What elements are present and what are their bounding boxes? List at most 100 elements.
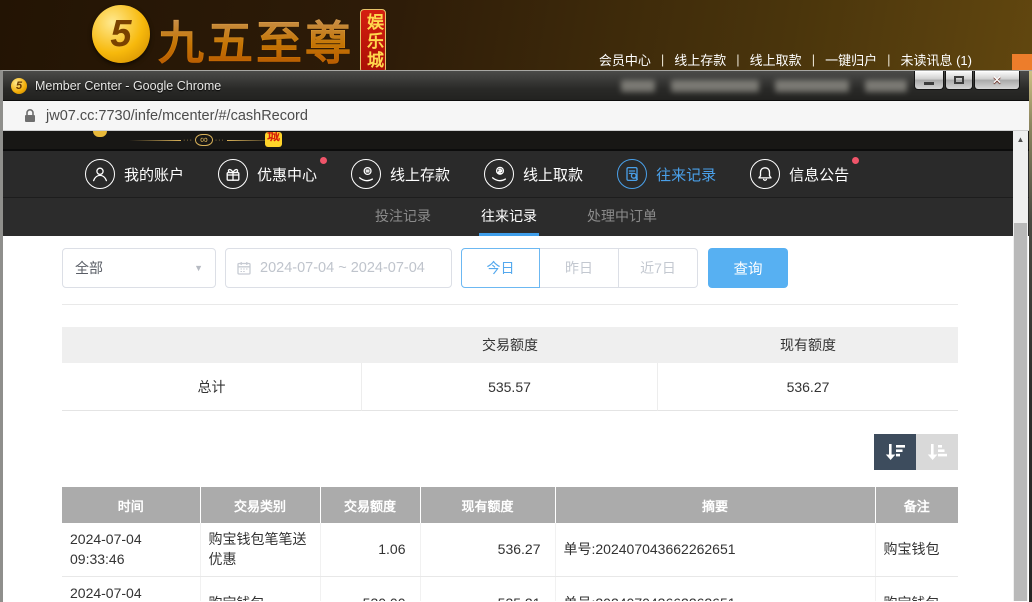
nav-label: 往来记录 xyxy=(656,164,716,185)
nav-item-deposit[interactable]: 线上存款 xyxy=(351,159,450,189)
summary-header-trade: 交易额度 xyxy=(362,327,658,363)
nav-separator: | xyxy=(887,52,890,67)
content-area: 全部 ▼ 2024-07-04 ~ 2024-07-04 今日 昨日 xyxy=(3,248,1029,601)
sort-controls xyxy=(62,434,958,470)
logo-title: 九五至尊 xyxy=(158,7,354,73)
top-link-unread-messages[interactable]: 未读讯息 (1) xyxy=(900,50,972,69)
minimize-button[interactable] xyxy=(914,71,944,90)
window-titlebar[interactable]: 5 Member Center - Google Chrome ✕ xyxy=(3,71,1032,101)
top-link-withdraw[interactable]: 线上取款 xyxy=(750,50,802,69)
vertical-scrollbar[interactable]: ▲ xyxy=(1013,131,1028,601)
records-table: 时间 交易类别 交易额度 现有额度 摘要 备注 2024-07-04 09:33… xyxy=(62,487,958,601)
logo-circle-icon: 5 xyxy=(92,5,150,63)
logo-badge: 娱乐城 xyxy=(360,9,386,73)
notification-dot xyxy=(852,157,859,164)
summary-current-amount: 536.27 xyxy=(658,363,958,411)
summary-total-row: 总计 535.57 536.27 xyxy=(62,363,958,411)
summary-table: 交易额度 现有额度 总计 535.57 536.27 xyxy=(62,327,958,411)
mini-badge: 城 xyxy=(265,132,282,147)
cell-balance: 535.21 xyxy=(420,576,555,601)
member-nav: 我的账户 优惠中心 线上存款 xyxy=(3,149,1029,197)
quick-date-group: 今日 昨日 近7日 xyxy=(461,248,698,288)
close-icon: ✕ xyxy=(992,73,1002,87)
user-icon xyxy=(85,159,115,189)
table-row: 2024-07-04 09:33:46 购宝钱包 530.00 535.21 单… xyxy=(62,576,958,601)
nav-item-promotions[interactable]: 优惠中心 xyxy=(218,159,317,189)
type-select-value: 全部 xyxy=(75,258,103,278)
tab-cash-records[interactable]: 往来记录 xyxy=(479,198,539,236)
minimize-icon xyxy=(924,82,934,85)
logo-fragment xyxy=(93,131,107,137)
screen: 5 九五至尊 娱乐城 会员中心 | 线上存款 | 线上取款 | 一键归户 | 未… xyxy=(0,0,1032,602)
section-divider xyxy=(62,304,958,305)
filter-row: 全部 ▼ 2024-07-04 ~ 2024-07-04 今日 昨日 xyxy=(62,248,1029,288)
calendar-icon xyxy=(236,260,252,276)
col-header-balance: 现有额度 xyxy=(420,487,555,523)
nav-label: 我的账户 xyxy=(124,164,184,185)
record-document-icon xyxy=(617,159,647,189)
summary-header-balance: 现有额度 xyxy=(658,327,958,363)
page-header-remnant: ··· ∞ ··· 城 xyxy=(3,131,1029,149)
background-orange-element xyxy=(1012,54,1032,70)
today-button[interactable]: 今日 xyxy=(461,248,540,288)
gold-flourish-icon: ··· ∞ ··· xyxy=(129,134,279,146)
deposit-hand-coin-icon xyxy=(351,159,381,189)
scrollbar-thumb[interactable] xyxy=(1014,223,1027,601)
top-link-one-key[interactable]: 一键归户 xyxy=(825,50,877,69)
cell-summary: 单号:202407043662262651 xyxy=(555,576,875,601)
chevron-down-icon: ▼ xyxy=(194,263,203,273)
site-logo: 5 九五至尊 娱乐城 xyxy=(92,5,386,73)
cell-note: 购宝钱包 xyxy=(875,576,958,601)
sort-ascending-icon xyxy=(925,441,949,463)
close-button[interactable]: ✕ xyxy=(974,71,1020,90)
tab-processing-orders[interactable]: 处理中订单 xyxy=(585,198,659,236)
cell-amount: 530.00 xyxy=(320,576,420,601)
col-header-type: 交易类别 xyxy=(200,487,320,523)
summary-header-row: 交易额度 现有额度 xyxy=(62,327,958,363)
records-header-row: 时间 交易类别 交易额度 现有额度 摘要 备注 xyxy=(62,487,958,523)
sort-descending-icon xyxy=(883,441,907,463)
nav-item-cash-record[interactable]: 往来记录 xyxy=(617,159,716,189)
notification-dot xyxy=(320,157,327,164)
chrome-window: 5 Member Center - Google Chrome ✕ xyxy=(0,70,1032,602)
maximize-button[interactable] xyxy=(945,71,973,90)
nav-item-withdraw[interactable]: 线上取款 xyxy=(484,159,583,189)
col-header-note: 备注 xyxy=(875,487,958,523)
cell-balance: 536.27 xyxy=(420,523,555,576)
nav-item-announcements[interactable]: 信息公告 xyxy=(750,159,849,189)
table-row: 2024-07-04 09:33:46 购宝钱包笔笔送优惠 1.06 536.2… xyxy=(62,523,958,576)
lock-icon xyxy=(23,108,37,124)
type-select[interactable]: 全部 ▼ xyxy=(62,248,216,288)
last7days-button[interactable]: 近7日 xyxy=(619,248,698,288)
cell-type: 购宝钱包 xyxy=(200,576,320,601)
nav-separator: | xyxy=(661,52,664,67)
nav-separator: | xyxy=(736,52,739,67)
cell-type: 购宝钱包笔笔送优惠 xyxy=(200,523,320,576)
cell-summary: 单号:202407043662262651 xyxy=(555,523,875,576)
sort-ascending-button[interactable] xyxy=(916,434,958,470)
nav-label: 优惠中心 xyxy=(257,164,317,185)
top-link-deposit[interactable]: 线上存款 xyxy=(674,50,726,69)
tab-bet-records[interactable]: 投注记录 xyxy=(373,198,433,236)
favicon-icon: 5 xyxy=(11,78,27,94)
bell-icon xyxy=(750,159,780,189)
sort-descending-button[interactable] xyxy=(874,434,916,470)
search-button[interactable]: 查询 xyxy=(708,248,788,288)
col-header-summary: 摘要 xyxy=(555,487,875,523)
page-viewport: ··· ∞ ··· 城 我的账户 xyxy=(3,131,1029,601)
nav-label: 线上存款 xyxy=(390,164,450,185)
url-text: jw07.cc:7730/infe/mcenter/#/cashRecord xyxy=(46,108,308,124)
withdraw-hand-dollar-icon xyxy=(484,159,514,189)
cell-time: 2024-07-04 09:33:46 xyxy=(62,576,200,601)
maximize-icon xyxy=(954,76,964,84)
gift-icon xyxy=(218,159,248,189)
yesterday-button[interactable]: 昨日 xyxy=(540,248,619,288)
address-bar[interactable]: jw07.cc:7730/infe/mcenter/#/cashRecord xyxy=(3,101,1032,131)
cell-time: 2024-07-04 09:33:46 xyxy=(62,523,200,576)
nav-separator: | xyxy=(812,52,815,67)
nav-item-my-account[interactable]: 我的账户 xyxy=(85,159,184,189)
nav-label: 线上取款 xyxy=(523,164,583,185)
scroll-up-arrow-icon[interactable]: ▲ xyxy=(1013,131,1028,147)
date-range-input[interactable]: 2024-07-04 ~ 2024-07-04 xyxy=(225,248,452,288)
top-link-member-center[interactable]: 会员中心 xyxy=(599,50,651,69)
